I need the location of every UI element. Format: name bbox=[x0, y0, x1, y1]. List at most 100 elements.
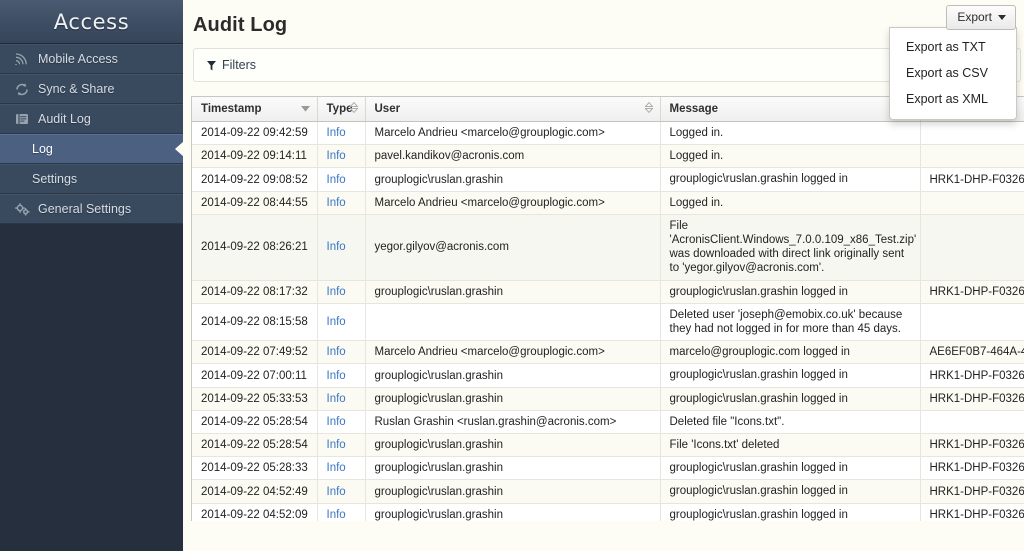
cell-timestamp: 2014-09-22 09:14:11 bbox=[192, 145, 317, 168]
sort-desc-icon[interactable] bbox=[301, 103, 310, 115]
type-link[interactable]: Info bbox=[327, 416, 346, 428]
sidebar-item-sync-share[interactable]: Sync & Share bbox=[0, 74, 183, 104]
cell-timestamp: 2014-09-22 05:28:54 bbox=[192, 434, 317, 457]
table-row[interactable]: 2014-09-22 09:42:59InfoMarcelo Andrieu <… bbox=[192, 122, 1024, 145]
gears-icon bbox=[14, 202, 30, 216]
column-header-user[interactable]: User bbox=[365, 97, 660, 122]
cell-type[interactable]: Info bbox=[317, 122, 365, 145]
type-link[interactable]: Info bbox=[327, 509, 346, 521]
cell-type[interactable]: Info bbox=[317, 214, 365, 280]
column-header-timestamp[interactable]: Timestamp bbox=[192, 97, 317, 122]
sidebar-item-mobile-access[interactable]: Mobile Access bbox=[0, 44, 183, 74]
column-header-message[interactable]: Message bbox=[660, 97, 920, 122]
type-link[interactable]: Info bbox=[327, 316, 346, 328]
export-menu-item-csv[interactable]: Export as CSV bbox=[890, 60, 1016, 86]
cell-user: grouplogic\ruslan.grashin bbox=[365, 480, 660, 503]
cell-message: grouplogic\ruslan.grashin logged in bbox=[660, 168, 920, 191]
table-row[interactable]: 2014-09-22 04:52:09 Info grouplogic\ruslan… bbox=[192, 503, 1024, 521]
column-header-type[interactable]: Type bbox=[317, 97, 365, 122]
cell-timestamp: 2014-09-22 04:52:09 bbox=[192, 503, 317, 521]
table-row[interactable]: 2014-09-22 05:28:33Infogrouplogic\ruslan… bbox=[192, 457, 1024, 480]
cell-device-name: HRK1-DHP-F03266 [HP Z2: bbox=[920, 387, 1024, 410]
cell-type[interactable]: Info bbox=[317, 387, 365, 410]
type-link[interactable]: Info bbox=[327, 486, 346, 498]
cell-user: grouplogic\ruslan.grashin bbox=[365, 387, 660, 410]
sidebar-item-audit-log[interactable]: Audit Log bbox=[0, 104, 183, 134]
chevron-down-icon bbox=[998, 15, 1006, 20]
cell-user: grouplogic\ruslan.grashin bbox=[365, 364, 660, 387]
cell-message: Logged in. bbox=[660, 145, 920, 168]
cell-type[interactable]: Info bbox=[317, 503, 365, 521]
column-header-label: Timestamp bbox=[201, 103, 262, 115]
table-row[interactable]: 2014-09-22 08:44:55 Info Marcelo Andrieu <… bbox=[192, 191, 1024, 214]
cell-device-name: HRK1-DHP-F03266 [HP Z2: bbox=[920, 280, 1024, 303]
cell-message: grouplogic\ruslan.grashin logged in bbox=[660, 280, 920, 303]
table-row[interactable]: 2014-09-22 09:14:11Infopavel.kandikov@ac… bbox=[192, 145, 1024, 168]
type-link[interactable]: Info bbox=[327, 150, 346, 162]
cell-type[interactable]: Info bbox=[317, 410, 365, 433]
table-row[interactable]: 2014-09-22 09:08:52 Info grouplogic\ruslan… bbox=[192, 168, 1024, 191]
sidebar-item-label: General Settings bbox=[38, 202, 131, 216]
table-row[interactable]: 2014-09-22 04:52:49Infogrouplogic\ruslan… bbox=[192, 480, 1024, 503]
table-row[interactable]: 2014-09-22 05:28:54Infogrouplogic\ruslan… bbox=[192, 434, 1024, 457]
filters-toggle[interactable]: Filters bbox=[207, 58, 256, 72]
cell-type[interactable]: Info bbox=[317, 191, 365, 214]
type-link[interactable]: Info bbox=[327, 127, 346, 139]
export-button[interactable]: Export bbox=[946, 5, 1016, 30]
cell-type[interactable]: Info bbox=[317, 168, 365, 191]
export-menu-item-txt[interactable]: Export as TXT bbox=[890, 34, 1016, 60]
sort-toggle-icon[interactable] bbox=[350, 102, 358, 116]
sidebar-item-general-settings[interactable]: General Settings bbox=[0, 194, 183, 224]
cell-type[interactable]: Info bbox=[317, 434, 365, 457]
cell-user: grouplogic\ruslan.grashin bbox=[365, 503, 660, 521]
cell-message: marcelo@grouplogic.com logged in bbox=[660, 341, 920, 364]
cell-type[interactable]: Info bbox=[317, 364, 365, 387]
table-row[interactable]: 2014-09-22 05:33:53 Info grouplogic\ruslan… bbox=[192, 387, 1024, 410]
cell-type[interactable]: Info bbox=[317, 457, 365, 480]
table-row[interactable]: 2014-09-22 08:26:21Infoyegor.gilyov@acro… bbox=[192, 214, 1024, 280]
cell-device-name: HRK1-DHP-F03266 [HP Z2: bbox=[920, 503, 1024, 521]
sidebar-item-settings[interactable]: Settings bbox=[0, 164, 183, 194]
cell-user: Marcelo Andrieu <marcelo@grouplogic.com> bbox=[365, 191, 660, 214]
cell-type[interactable]: Info bbox=[317, 303, 365, 340]
table-row[interactable]: 2014-09-22 08:17:32Infogrouplogic\ruslan… bbox=[192, 280, 1024, 303]
type-link[interactable]: Info bbox=[327, 174, 346, 186]
audit-log-table-container[interactable]: TimestampTypeUserMessageDevice Name 2014… bbox=[191, 96, 1024, 521]
type-link[interactable]: Info bbox=[327, 241, 346, 253]
sidebar-item-log[interactable]: Log bbox=[0, 134, 183, 164]
table-row[interactable]: 2014-09-22 05:28:54InfoRuslan Grashin <r… bbox=[192, 410, 1024, 433]
type-link[interactable]: Info bbox=[327, 286, 346, 298]
type-link[interactable]: Info bbox=[327, 439, 346, 451]
table-body: 2014-09-22 09:42:59InfoMarcelo Andrieu <… bbox=[192, 122, 1024, 522]
type-link[interactable]: Info bbox=[327, 462, 346, 474]
export-dropdown-menu[interactable]: Export as TXTExport as CSVExport as XML bbox=[889, 27, 1017, 120]
export-button-label: Export bbox=[957, 10, 992, 24]
book-icon bbox=[14, 112, 30, 126]
type-link[interactable]: Info bbox=[327, 370, 346, 382]
cell-type[interactable]: Info bbox=[317, 480, 365, 503]
cell-timestamp: 2014-09-22 08:44:55 bbox=[192, 191, 317, 214]
export-menu-item-xml[interactable]: Export as XML bbox=[890, 86, 1016, 112]
cell-device-name: HRK1-DHP-F03266 [HP Z2: bbox=[920, 480, 1024, 503]
cell-user: Marcelo Andrieu <marcelo@grouplogic.com> bbox=[365, 341, 660, 364]
audit-log-table: TimestampTypeUserMessageDevice Name 2014… bbox=[192, 97, 1024, 521]
cell-type[interactable]: Info bbox=[317, 145, 365, 168]
cell-timestamp: 2014-09-22 09:08:52 bbox=[192, 168, 317, 191]
cell-device-name bbox=[920, 145, 1024, 168]
type-link[interactable]: Info bbox=[327, 346, 346, 358]
cell-message: grouplogic\ruslan.grashin logged in bbox=[660, 503, 920, 521]
table-row[interactable]: 2014-09-22 07:49:52InfoMarcelo Andrieu <… bbox=[192, 341, 1024, 364]
cell-device-name: HRK1-DHP-F03266 [HP Z2: bbox=[920, 364, 1024, 387]
table-row[interactable]: 2014-09-22 07:00:11Infogrouplogic\ruslan… bbox=[192, 364, 1024, 387]
cell-type[interactable]: Info bbox=[317, 280, 365, 303]
type-link[interactable]: Info bbox=[327, 393, 346, 405]
cell-timestamp: 2014-09-22 05:28:54 bbox=[192, 410, 317, 433]
table-row[interactable]: 2014-09-22 08:15:58InfoDeleted user 'jos… bbox=[192, 303, 1024, 340]
brand-header: Access bbox=[0, 0, 183, 44]
sort-toggle-icon[interactable] bbox=[645, 102, 653, 116]
cell-timestamp: 2014-09-22 05:33:53 bbox=[192, 387, 317, 410]
cell-device-name bbox=[920, 122, 1024, 145]
cell-type[interactable]: Info bbox=[317, 341, 365, 364]
cell-message: Deleted user 'joseph@emobix.co.uk' becau… bbox=[660, 303, 920, 340]
type-link[interactable]: Info bbox=[327, 197, 346, 209]
